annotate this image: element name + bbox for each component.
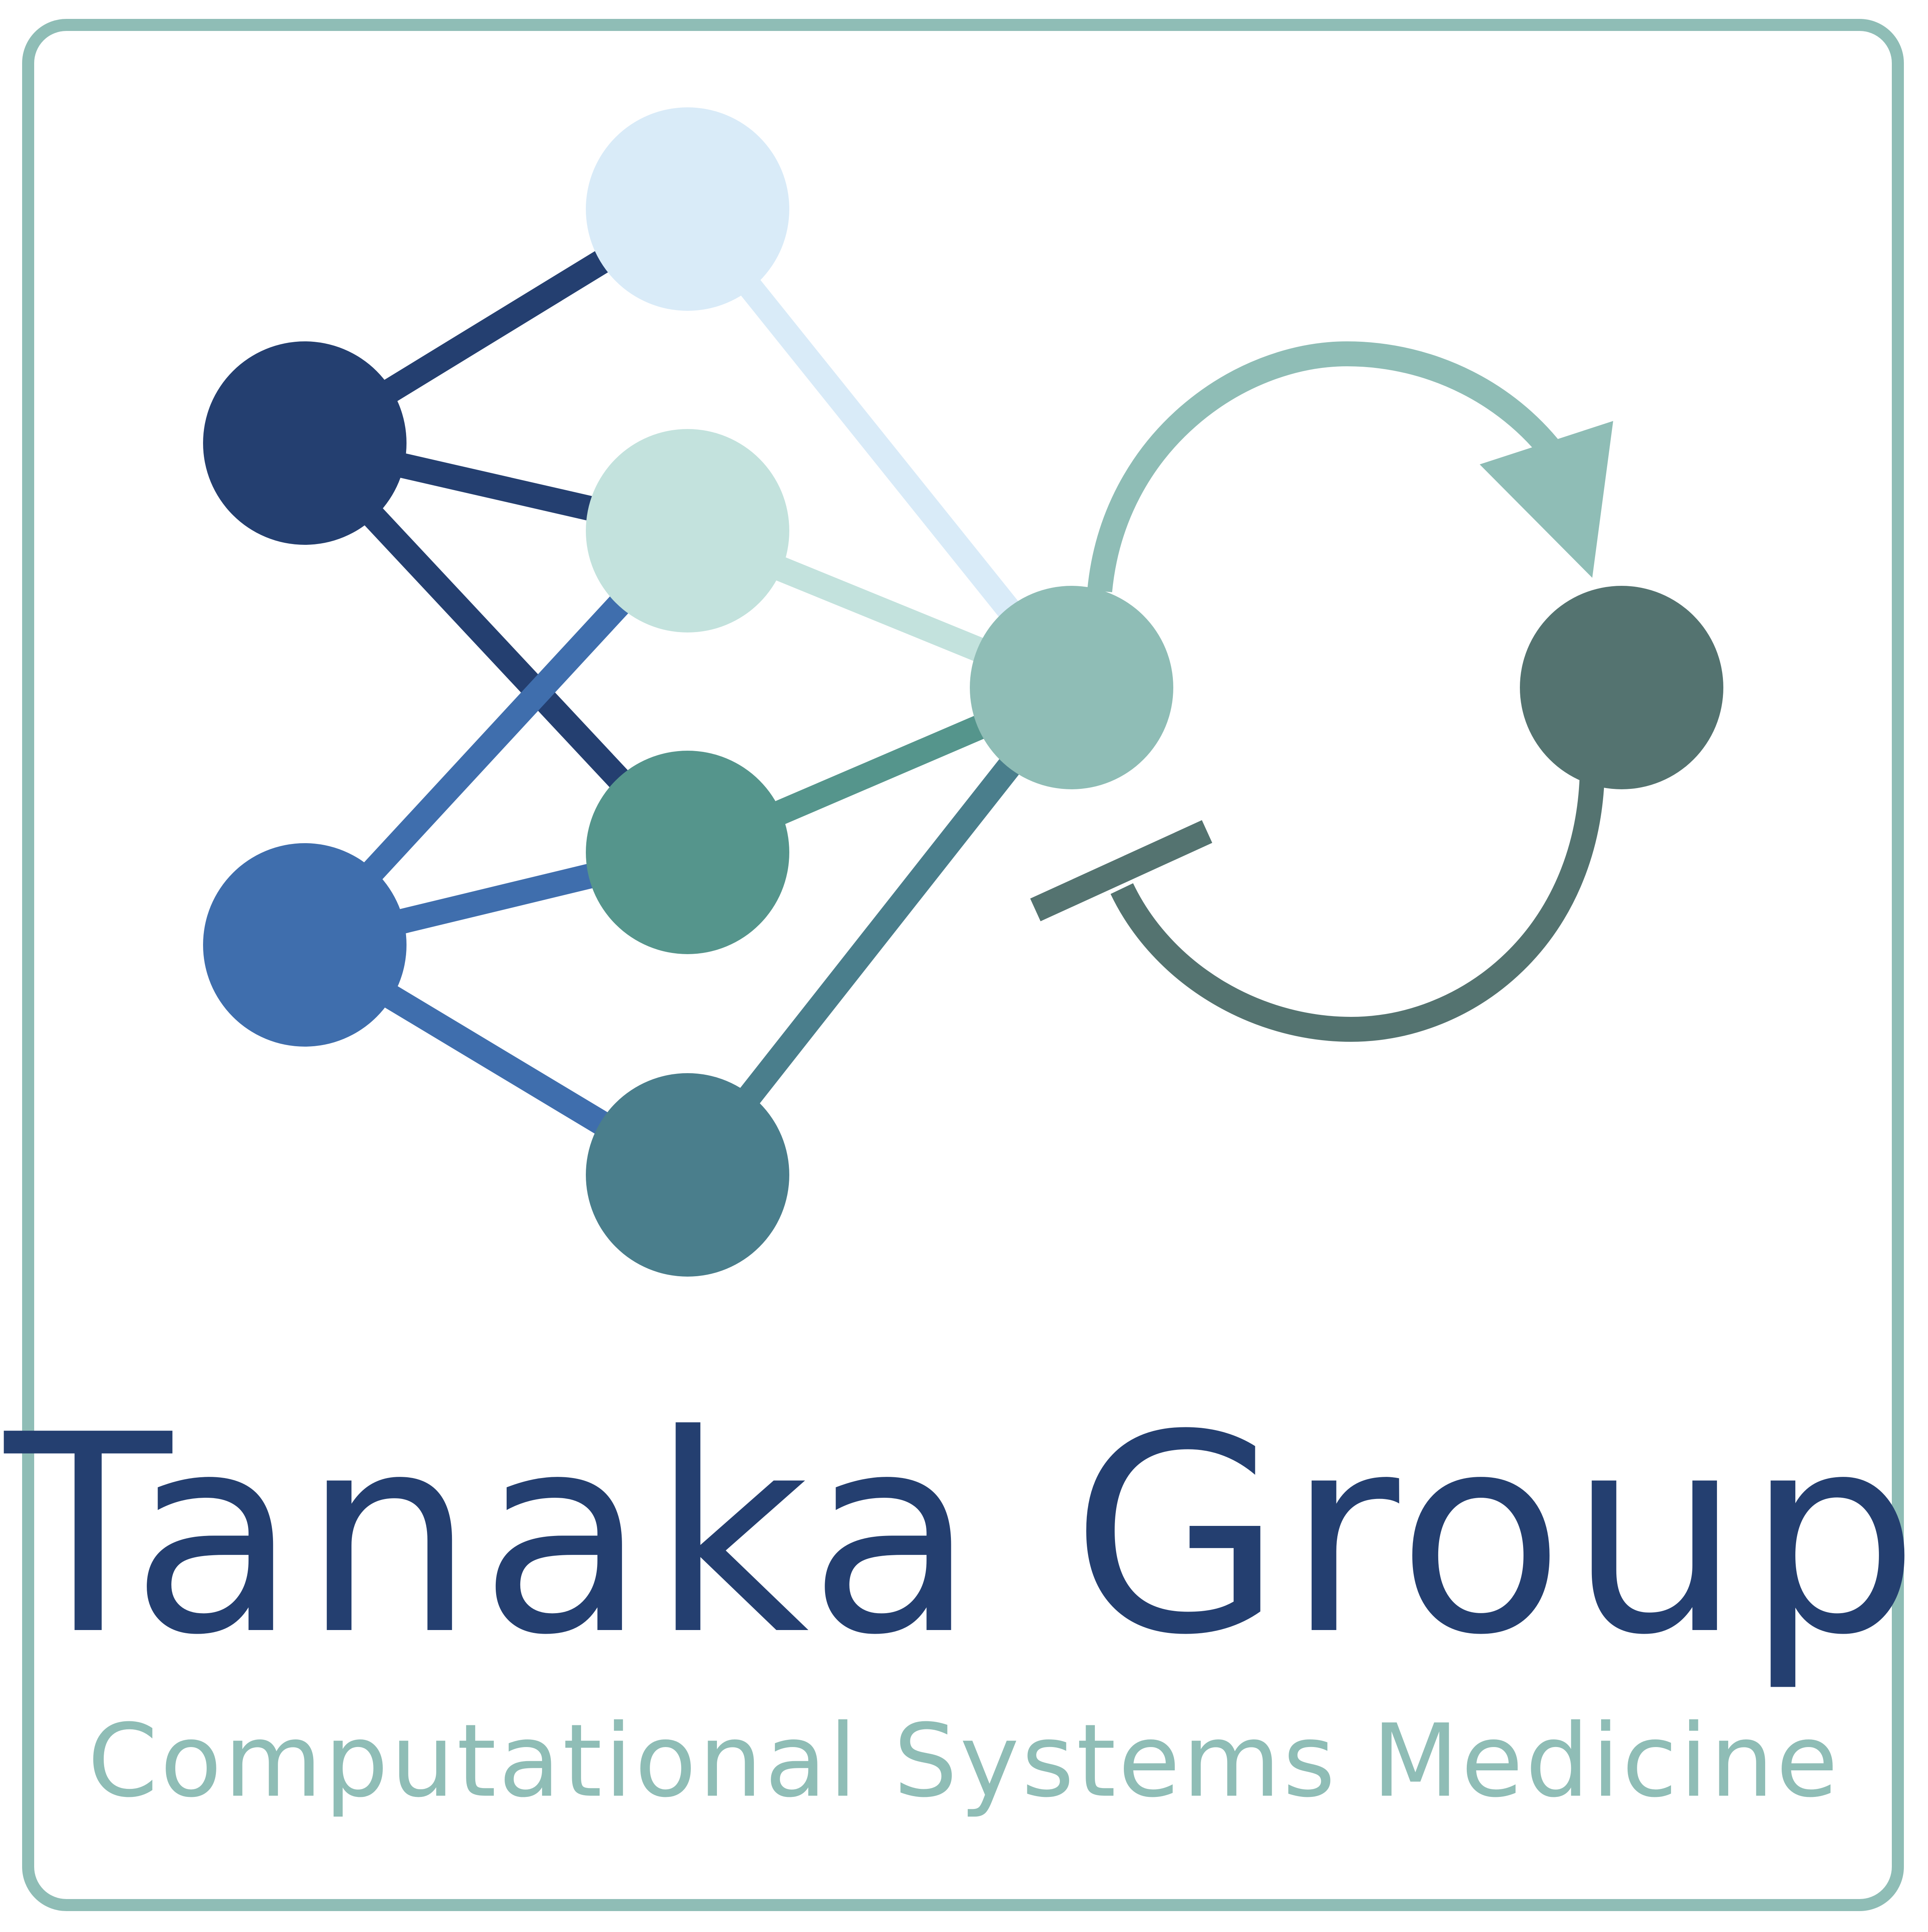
node-pale-teal	[586, 429, 789, 632]
inhibition-arc	[1111, 772, 1605, 1042]
node-target	[1520, 586, 1723, 789]
node-navy	[203, 341, 407, 545]
node-hub	[970, 586, 1173, 789]
activation-arrowhead-icon	[1480, 421, 1613, 578]
node-steel	[586, 1073, 789, 1277]
logo-canvas: Tanaka Group Computational Systems Medic…	[0, 0, 1928, 1932]
node-pale-blue	[586, 107, 789, 311]
node-blue	[203, 843, 407, 1047]
node-teal	[586, 751, 789, 954]
group-name: Tanaka Group	[4, 1377, 1924, 1695]
group-subtitle: Computational Systems Medicine	[87, 1702, 1841, 1819]
